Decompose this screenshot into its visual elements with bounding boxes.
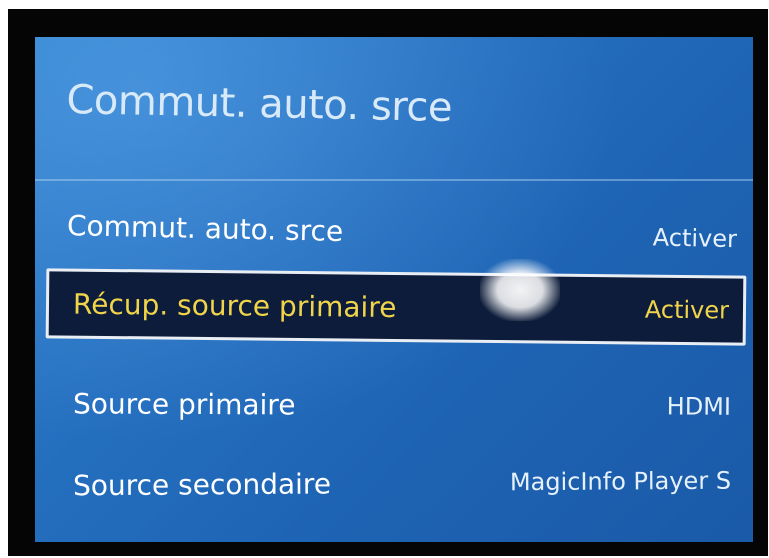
menu-item-source-secondaire[interactable]: Source secondaire MagicInfo Player S: [41, 451, 747, 516]
menu-item-recup-source-primaire[interactable]: Récup. source primaire Activer: [45, 268, 747, 346]
menu-item-source-primaire[interactable]: Source primaire HDMI: [41, 373, 747, 437]
menu-item-label: Récup. source primaire: [72, 287, 397, 324]
menu-item-value: HDMI: [666, 392, 732, 421]
menu-item-label: Commut. auto. srce: [66, 208, 344, 248]
title-divider: [35, 179, 753, 181]
menu-item-commut-auto-srce[interactable]: Commut. auto. srce Activer: [35, 189, 753, 274]
osd-menu-screen: Commut. auto. srce Commut. auto. srce Ac…: [35, 37, 753, 542]
menu-item-value: Activer: [644, 295, 730, 325]
menu-item-label: Source secondaire: [72, 466, 332, 502]
menu-title: Commut. auto. srce: [66, 77, 453, 132]
menu-item-value: Activer: [652, 223, 738, 254]
menu-item-label: Source primaire: [72, 386, 296, 421]
menu-item-value: MagicInfo Player S: [509, 466, 732, 497]
